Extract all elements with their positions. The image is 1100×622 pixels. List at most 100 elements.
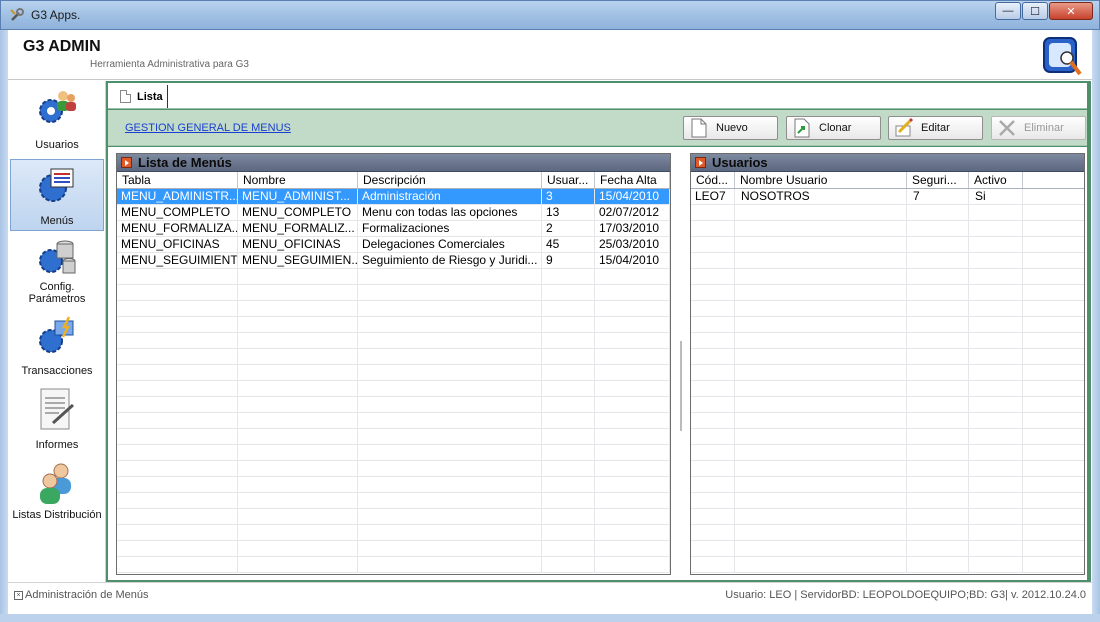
collapse-arrow-icon[interactable] bbox=[121, 157, 132, 168]
cell-nombre: MENU_ADMINIST... bbox=[238, 189, 358, 204]
empty-cell bbox=[238, 429, 358, 444]
table-row[interactable]: MENU_OFICINAS MENU_OFICINAS Delegaciones… bbox=[117, 237, 670, 253]
table-row[interactable]: LEO7 NOSOTROS 7 Si bbox=[691, 189, 1084, 205]
empty-row bbox=[117, 557, 670, 573]
cell-descripcion: Formalizaciones bbox=[358, 221, 542, 236]
table-row[interactable]: MENU_ADMINISTR... MENU_ADMINIST... Admin… bbox=[117, 189, 670, 205]
empty-row bbox=[117, 461, 670, 477]
column-header-descripcion[interactable]: Descripción bbox=[358, 172, 542, 188]
app-tools-icon bbox=[9, 7, 25, 23]
empty-cell bbox=[969, 349, 1023, 364]
eliminar-button[interactable]: Eliminar bbox=[991, 116, 1086, 140]
cell-tabla: MENU_SEGUIMIENTO bbox=[117, 253, 238, 268]
cell-usuarios: 45 bbox=[542, 237, 595, 252]
sidebar-item-transacciones[interactable]: Transacciones bbox=[10, 315, 104, 381]
sidebar-item-config-parametros[interactable]: Config. Parámetros bbox=[10, 235, 104, 311]
empty-cell bbox=[691, 477, 735, 492]
editar-button[interactable]: Editar bbox=[888, 116, 983, 140]
column-header-nombre-usuario[interactable]: Nombre Usuario bbox=[735, 172, 907, 188]
sidebar-item-listas-distribucion[interactable]: Listas Distribución bbox=[10, 461, 104, 541]
empty-cell bbox=[969, 445, 1023, 460]
sidebar-item-label: Config. Parámetros bbox=[28, 281, 86, 305]
close-button[interactable]: ✕ bbox=[1049, 2, 1093, 20]
table-row[interactable]: MENU_COMPLETO MENU_COMPLETO Menu con tod… bbox=[117, 205, 670, 221]
empty-cell bbox=[117, 301, 238, 316]
sidebar-item-label: Informes bbox=[35, 439, 79, 451]
empty-cell bbox=[542, 333, 595, 348]
maximize-button[interactable]: ☐ bbox=[1022, 2, 1048, 20]
empty-cell bbox=[735, 557, 907, 572]
collapse-arrow-icon[interactable] bbox=[695, 157, 706, 168]
empty-cell bbox=[358, 413, 542, 428]
gestion-menus-link[interactable]: GESTION GENERAL DE MENUS bbox=[125, 122, 291, 134]
empty-cell bbox=[691, 365, 735, 380]
table-row[interactable]: MENU_SEGUIMIENTO MENU_SEGUIMIEN... Segui… bbox=[117, 253, 670, 269]
column-header-tabla[interactable]: Tabla bbox=[117, 172, 238, 188]
empty-cell bbox=[595, 493, 670, 508]
tab-lista[interactable]: Lista bbox=[114, 85, 168, 108]
empty-cell bbox=[907, 525, 969, 540]
empty-cell bbox=[969, 333, 1023, 348]
users-panel-header: Usuarios bbox=[691, 154, 1084, 172]
empty-cell bbox=[691, 557, 735, 572]
empty-cell bbox=[358, 461, 542, 476]
empty-row bbox=[117, 269, 670, 285]
column-header-codigo[interactable]: Cód... bbox=[691, 172, 735, 188]
empty-cell bbox=[735, 381, 907, 396]
cell-activo: Si bbox=[969, 189, 1023, 204]
empty-cell bbox=[969, 541, 1023, 556]
window-frame-left bbox=[0, 30, 8, 622]
cell-fecha-alta: 15/04/2010 bbox=[595, 189, 670, 204]
empty-cell bbox=[969, 509, 1023, 524]
empty-cell bbox=[358, 509, 542, 524]
empty-cell bbox=[238, 509, 358, 524]
empty-cell bbox=[595, 381, 670, 396]
panel-splitter[interactable] bbox=[680, 341, 682, 431]
clonar-button[interactable]: Clonar bbox=[786, 116, 881, 140]
column-header-seguridad[interactable]: Seguri... bbox=[907, 172, 969, 188]
empty-cell bbox=[117, 333, 238, 348]
empty-cell bbox=[735, 253, 907, 268]
app-header: G3 ADMIN Herramienta Administrativa para… bbox=[8, 30, 1092, 80]
empty-cell bbox=[907, 413, 969, 428]
table-row[interactable]: MENU_FORMALIZA... MENU_FORMALIZ... Forma… bbox=[117, 221, 670, 237]
empty-cell bbox=[735, 541, 907, 556]
empty-row bbox=[691, 269, 1084, 285]
empty-row bbox=[691, 461, 1084, 477]
sidebar-item-informes[interactable]: Informes bbox=[10, 387, 104, 457]
column-header-activo[interactable]: Activo bbox=[969, 172, 1023, 188]
empty-cell bbox=[691, 269, 735, 284]
empty-cell bbox=[907, 445, 969, 460]
nuevo-button[interactable]: Nuevo bbox=[683, 116, 778, 140]
empty-cell bbox=[358, 381, 542, 396]
column-header-fecha-alta[interactable]: Fecha Alta bbox=[595, 172, 670, 188]
empty-cell bbox=[907, 509, 969, 524]
sidebar-item-usuarios[interactable]: Usuarios bbox=[10, 85, 104, 157]
empty-cell bbox=[542, 461, 595, 476]
empty-cell bbox=[238, 461, 358, 476]
empty-cell bbox=[691, 317, 735, 332]
empty-row bbox=[117, 493, 670, 509]
empty-cell bbox=[238, 285, 358, 300]
empty-cell bbox=[542, 493, 595, 508]
empty-cell bbox=[358, 557, 542, 572]
status-bar: × Administración de Menús Usuario: LEO |… bbox=[8, 582, 1092, 608]
column-header-usuarios[interactable]: Usuar... bbox=[542, 172, 595, 188]
empty-cell bbox=[735, 365, 907, 380]
empty-cell bbox=[691, 509, 735, 524]
empty-cell bbox=[542, 477, 595, 492]
empty-cell bbox=[238, 349, 358, 364]
cell-nombre: MENU_SEGUIMIEN... bbox=[238, 253, 358, 268]
menus-grid-header: Tabla Nombre Descripción Usuar... Fecha … bbox=[117, 172, 670, 189]
empty-row bbox=[117, 397, 670, 413]
empty-cell bbox=[117, 365, 238, 380]
empty-cell bbox=[969, 429, 1023, 444]
empty-cell bbox=[117, 285, 238, 300]
column-header-nombre[interactable]: Nombre bbox=[238, 172, 358, 188]
sidebar-item-menus[interactable]: Menús bbox=[10, 159, 104, 231]
empty-cell bbox=[117, 413, 238, 428]
empty-row bbox=[117, 541, 670, 557]
minimize-button[interactable]: — bbox=[995, 2, 1021, 20]
empty-cell bbox=[691, 541, 735, 556]
empty-row bbox=[691, 381, 1084, 397]
